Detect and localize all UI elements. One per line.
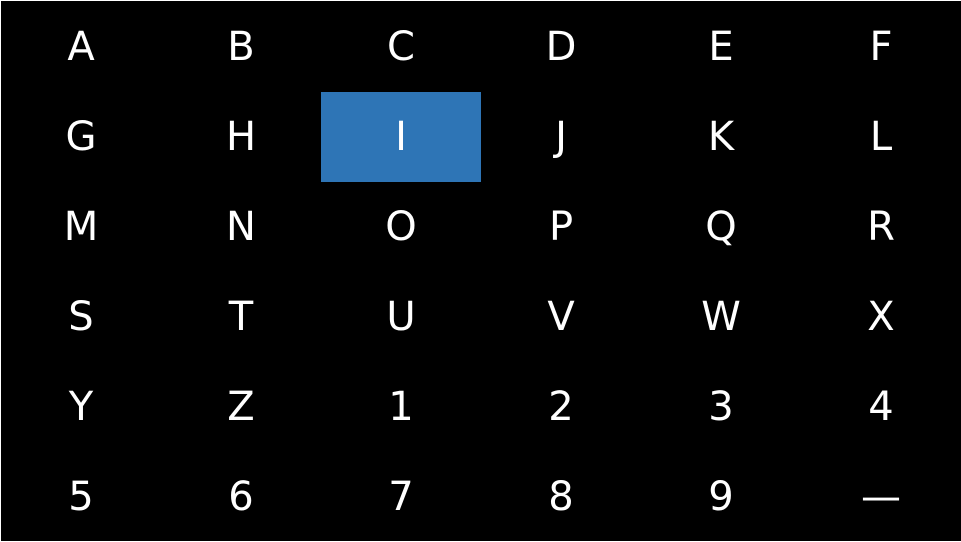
key-e[interactable]: E (641, 2, 801, 92)
key-label: J (555, 114, 567, 160)
key-q[interactable]: Q (641, 182, 801, 272)
key-label: G (65, 114, 97, 160)
key-h[interactable]: H (161, 92, 321, 182)
key-s[interactable]: S (1, 272, 161, 362)
key-label: Z (227, 384, 255, 430)
key-label: 3 (708, 384, 734, 430)
key-n[interactable]: N (161, 182, 321, 272)
key-m[interactable]: M (1, 182, 161, 272)
key-label: F (869, 24, 893, 70)
key-8[interactable]: 8 (481, 452, 641, 542)
key-label: 7 (388, 474, 414, 520)
keyboard-grid: A B C D E F G H I J K L M N O P Q R S T … (1, 2, 961, 542)
key-label: N (226, 204, 256, 250)
key-label: T (228, 294, 254, 340)
key-x[interactable]: X (801, 272, 961, 362)
key-3[interactable]: 3 (641, 362, 801, 452)
key-label: V (547, 294, 575, 340)
key-label: B (227, 24, 255, 70)
key-label: 6 (228, 474, 254, 520)
key-u[interactable]: U (321, 272, 481, 362)
key-label: X (867, 294, 895, 340)
key-label: Q (705, 204, 737, 250)
key-label: P (548, 204, 574, 250)
key-j[interactable]: J (481, 92, 641, 182)
key-v[interactable]: V (481, 272, 641, 362)
key-l[interactable]: L (801, 92, 961, 182)
key-b[interactable]: B (161, 2, 321, 92)
key-label: U (386, 294, 416, 340)
key-label: 9 (708, 474, 734, 520)
key-a[interactable]: A (1, 2, 161, 92)
key-5[interactable]: 5 (1, 452, 161, 542)
key-label: O (385, 204, 417, 250)
key-1[interactable]: 1 (321, 362, 481, 452)
key-o[interactable]: O (321, 182, 481, 272)
key-label: Y (68, 384, 94, 430)
key-label: A (67, 24, 95, 70)
key-label: K (707, 114, 735, 160)
key-label: C (387, 24, 415, 70)
key-label: 8 (548, 474, 574, 520)
key-label: 2 (548, 384, 574, 430)
key-label: L (869, 114, 893, 160)
key-label: 4 (868, 384, 894, 430)
key-label: H (225, 114, 257, 160)
key-k[interactable]: K (641, 92, 801, 182)
key-w[interactable]: W (641, 272, 801, 362)
key-9[interactable]: 9 (641, 452, 801, 542)
key-label: M (63, 204, 99, 250)
key-f[interactable]: F (801, 2, 961, 92)
key-label: S (68, 294, 94, 340)
key-7[interactable]: 7 (321, 452, 481, 542)
key-label: 5 (68, 474, 94, 520)
key-space-dash[interactable]: — (801, 452, 961, 542)
key-z[interactable]: Z (161, 362, 321, 452)
key-label: E (708, 24, 734, 70)
key-y[interactable]: Y (1, 362, 161, 452)
on-screen-keyboard: A B C D E F G H I J K L M N O P Q R S T … (0, 0, 961, 541)
key-4[interactable]: 4 (801, 362, 961, 452)
key-label: W (701, 294, 741, 340)
key-r[interactable]: R (801, 182, 961, 272)
key-label: I (395, 114, 407, 160)
key-i-selected[interactable]: I (321, 92, 481, 182)
key-6[interactable]: 6 (161, 452, 321, 542)
key-label: — (861, 474, 901, 520)
key-g[interactable]: G (1, 92, 161, 182)
key-p[interactable]: P (481, 182, 641, 272)
key-c[interactable]: C (321, 2, 481, 92)
key-d[interactable]: D (481, 2, 641, 92)
key-label: R (867, 204, 895, 250)
key-label: 1 (388, 384, 414, 430)
key-label: D (545, 24, 577, 70)
key-t[interactable]: T (161, 272, 321, 362)
key-2[interactable]: 2 (481, 362, 641, 452)
